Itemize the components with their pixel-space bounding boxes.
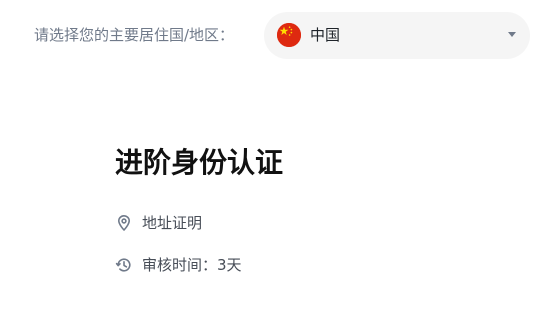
requirement-text: 审核时间：3天 xyxy=(142,256,242,274)
residence-region-label: 请选择您的主要居住国/地区： xyxy=(34,26,235,44)
selected-region: 中国 xyxy=(310,26,341,44)
advanced-verification-panel: 请选择您的主要居住国/地区： 中国 进阶身份认证 地址证明 审核时间：3天 xyxy=(0,0,554,325)
location-pin-icon xyxy=(115,214,133,232)
residence-region-row: 请选择您的主要居住国/地区： 中国 xyxy=(0,12,554,59)
section-title: 进阶身份认证 xyxy=(115,146,284,179)
residence-region-select[interactable]: 中国 xyxy=(264,12,530,59)
china-flag-icon xyxy=(277,23,301,47)
requirement-text: 地址证明 xyxy=(142,214,203,232)
clock-history-icon xyxy=(115,256,133,274)
caret-down-icon xyxy=(508,32,516,37)
